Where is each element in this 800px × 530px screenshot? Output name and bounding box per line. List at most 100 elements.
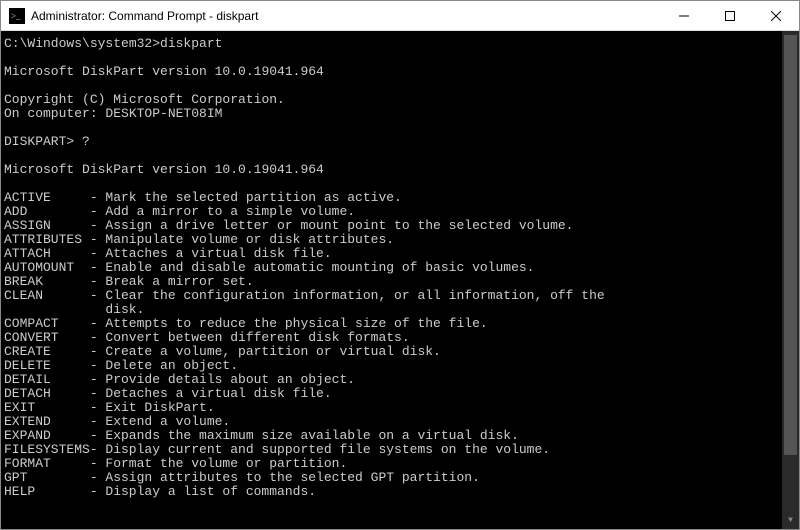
help-row: FILESYSTEMS- Display current and support… [4, 443, 799, 457]
help-command: AUTOMOUNT [4, 261, 90, 275]
help-separator: - [90, 401, 106, 415]
terminal-blank [4, 51, 799, 65]
help-command: ATTACH [4, 247, 90, 261]
help-row: FORMAT- Format the volume or partition. [4, 457, 799, 471]
prompt-line: C:\Windows\system32>diskpart [4, 37, 799, 51]
help-separator: - [90, 219, 106, 233]
help-description: Manipulate volume or disk attributes. [105, 233, 799, 247]
computer-line: On computer: DESKTOP-NET08IM [4, 107, 799, 121]
help-row: AUTOMOUNT- Enable and disable automatic … [4, 261, 799, 275]
help-description: Display a list of commands. [105, 485, 799, 499]
help-row: ATTRIBUTES- Manipulate volume or disk at… [4, 233, 799, 247]
help-separator [90, 303, 106, 317]
help-row: EXIT- Exit DiskPart. [4, 401, 799, 415]
terminal[interactable]: C:\Windows\system32>diskpart Microsoft D… [1, 31, 799, 529]
terminal-blank [4, 177, 799, 191]
help-row: CONVERT- Convert between different disk … [4, 331, 799, 345]
scroll-down-icon[interactable]: ▼ [782, 512, 799, 529]
help-separator: - [90, 471, 106, 485]
help-command: CREATE [4, 345, 90, 359]
help-row: ACTIVE- Mark the selected partition as a… [4, 191, 799, 205]
help-separator: - [90, 429, 106, 443]
terminal-blank [4, 79, 799, 93]
help-separator: - [90, 443, 106, 457]
help-description: Detaches a virtual disk file. [105, 387, 799, 401]
help-description: Delete an object. [105, 359, 799, 373]
help-command: EXIT [4, 401, 90, 415]
help-command: FORMAT [4, 457, 90, 471]
help-description: Clear the configuration information, or … [105, 289, 799, 303]
window: >_ Administrator: Command Prompt - diskp… [0, 0, 800, 530]
help-command: ACTIVE [4, 191, 90, 205]
help-row: EXPAND- Expands the maximum size availab… [4, 429, 799, 443]
help-separator: - [90, 345, 106, 359]
help-row: DELETE- Delete an object. [4, 359, 799, 373]
help-description: Display current and supported file syste… [105, 443, 799, 457]
help-separator: - [90, 247, 106, 261]
help-row: ATTACH- Attaches a virtual disk file. [4, 247, 799, 261]
help-separator: - [90, 261, 106, 275]
help-description: Exit DiskPart. [105, 401, 799, 415]
cmd-icon: >_ [9, 8, 25, 24]
version-line: Microsoft DiskPart version 10.0.19041.96… [4, 163, 799, 177]
help-row: CREATE- Create a volume, partition or vi… [4, 345, 799, 359]
help-row: HELP- Display a list of commands. [4, 485, 799, 499]
close-button[interactable] [753, 1, 799, 31]
help-row: DETACH- Detaches a virtual disk file. [4, 387, 799, 401]
help-description: Mark the selected partition as active. [105, 191, 799, 205]
help-description: Convert between different disk formats. [105, 331, 799, 345]
help-command: ASSIGN [4, 219, 90, 233]
help-description: Add a mirror to a simple volume. [105, 205, 799, 219]
scrollbar[interactable]: ▲ ▼ [782, 31, 799, 529]
help-row: EXTEND- Extend a volume. [4, 415, 799, 429]
help-command: CLEAN [4, 289, 90, 303]
window-title: Administrator: Command Prompt - diskpart [31, 9, 661, 23]
help-separator: - [90, 387, 106, 401]
help-command: DELETE [4, 359, 90, 373]
help-separator: - [90, 485, 106, 499]
help-command [4, 303, 90, 317]
scrollbar-thumb[interactable] [784, 35, 797, 455]
help-row: ADD- Add a mirror to a simple volume. [4, 205, 799, 219]
help-description: Provide details about an object. [105, 373, 799, 387]
help-command: GPT [4, 471, 90, 485]
help-description: Attaches a virtual disk file. [105, 247, 799, 261]
help-separator: - [90, 205, 106, 219]
help-row: BREAK- Break a mirror set. [4, 275, 799, 289]
help-row: COMPACT- Attempts to reduce the physical… [4, 317, 799, 331]
help-command: ATTRIBUTES [4, 233, 90, 247]
help-command: EXPAND [4, 429, 90, 443]
minimize-button[interactable] [661, 1, 707, 31]
help-description: Format the volume or partition. [105, 457, 799, 471]
help-separator: - [90, 191, 106, 205]
help-separator: - [90, 331, 106, 345]
help-description: Break a mirror set. [105, 275, 799, 289]
help-command: BREAK [4, 275, 90, 289]
terminal-blank [4, 121, 799, 135]
help-description: Expands the maximum size available on a … [105, 429, 799, 443]
help-command: CONVERT [4, 331, 90, 345]
help-row: DETAIL- Provide details about an object. [4, 373, 799, 387]
help-command: DETACH [4, 387, 90, 401]
help-description: Assign a drive letter or mount point to … [105, 219, 799, 233]
diskpart-prompt: DISKPART> ? [4, 135, 799, 149]
help-separator: - [90, 233, 106, 247]
help-row: disk. [4, 303, 799, 317]
help-description: Extend a volume. [105, 415, 799, 429]
help-separator: - [90, 317, 106, 331]
help-description: disk. [105, 303, 799, 317]
help-separator: - [90, 373, 106, 387]
help-separator: - [90, 415, 106, 429]
help-command: COMPACT [4, 317, 90, 331]
svg-text:>_: >_ [11, 11, 21, 21]
titlebar[interactable]: >_ Administrator: Command Prompt - diskp… [1, 1, 799, 31]
version-line: Microsoft DiskPart version 10.0.19041.96… [4, 65, 799, 79]
help-description: Assign attributes to the selected GPT pa… [105, 471, 799, 485]
help-separator: - [90, 359, 106, 373]
help-description: Create a volume, partition or virtual di… [105, 345, 799, 359]
help-command: EXTEND [4, 415, 90, 429]
maximize-button[interactable] [707, 1, 753, 31]
help-description: Attempts to reduce the physical size of … [105, 317, 799, 331]
copyright-line: Copyright (C) Microsoft Corporation. [4, 93, 799, 107]
help-command: HELP [4, 485, 90, 499]
